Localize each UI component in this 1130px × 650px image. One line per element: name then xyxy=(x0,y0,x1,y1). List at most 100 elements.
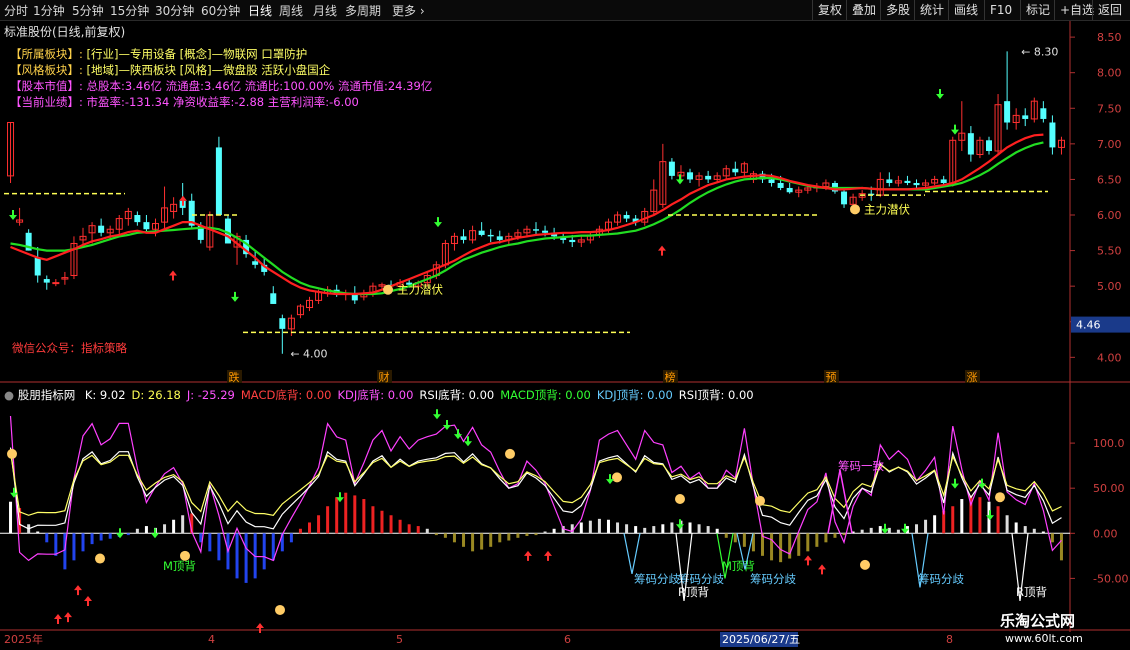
macd-bar xyxy=(951,506,955,534)
macd-bar xyxy=(498,533,502,543)
macd-bar xyxy=(597,518,601,534)
macd-bar xyxy=(217,533,221,561)
ytick-label: 7.00 xyxy=(1097,138,1122,151)
macd-bar xyxy=(933,515,937,534)
macd-bar xyxy=(371,506,375,534)
indicator-text: 筹码一致 xyxy=(838,459,884,473)
macd-bar xyxy=(516,533,520,538)
candle-body xyxy=(542,230,549,233)
macd-bar xyxy=(960,499,964,534)
macd-bar xyxy=(724,533,728,538)
macd-bar xyxy=(317,515,321,534)
macd-bar xyxy=(407,524,411,534)
macd-bar xyxy=(54,533,58,556)
indicator-text: 筹码分歧 xyxy=(918,572,964,586)
hand-marker-icon xyxy=(180,550,190,561)
info-line-1: 【风格板块】: [地域]—陕西板块 [风格]—微盘股 活跃小盘国企 xyxy=(10,62,330,78)
macd-bar xyxy=(298,528,302,534)
macd-bar xyxy=(9,501,13,534)
macd-bar xyxy=(1014,522,1018,534)
candle-body xyxy=(487,234,494,237)
ytick-label: 5.50 xyxy=(1097,245,1122,258)
macd-bar xyxy=(90,533,94,545)
macd-bar xyxy=(462,533,466,547)
candle-body xyxy=(279,318,286,329)
macd-bar xyxy=(471,533,475,552)
macd-bar xyxy=(81,533,85,552)
macd-bar xyxy=(335,497,339,534)
macd-bar xyxy=(36,531,40,534)
macd-bar xyxy=(434,533,438,536)
event-label: 榜 xyxy=(665,370,676,384)
macd-bar xyxy=(489,533,493,547)
ytick-label: 8.00 xyxy=(1097,67,1122,80)
macd-bar xyxy=(1032,528,1036,534)
macd-bar xyxy=(326,506,330,534)
macd-bar xyxy=(670,522,674,534)
macd-bar xyxy=(996,506,1000,534)
candle-body xyxy=(1022,115,1029,119)
macd-bar xyxy=(480,533,484,550)
zlqf-marker-icon xyxy=(383,284,393,295)
hand-marker-icon xyxy=(505,448,515,459)
macd-bar xyxy=(534,533,538,536)
macd-bar xyxy=(308,522,312,534)
macd-bar xyxy=(443,533,447,538)
macd-bar xyxy=(416,526,420,534)
macd-bar xyxy=(896,529,900,534)
macd-bar xyxy=(543,531,547,534)
candle-body xyxy=(904,180,911,183)
candle-body xyxy=(687,172,694,180)
macd-bar xyxy=(452,533,456,543)
candle-body xyxy=(777,182,784,188)
event-label: 预 xyxy=(826,371,837,384)
ytick-label: 6.50 xyxy=(1097,173,1122,186)
info-line-0: 【所属板块】: [行业]—专用设备 [概念]—物联网 口罩防护 xyxy=(10,46,307,62)
macd-bar xyxy=(833,533,837,538)
wechat-note: 微信公众号：指标策略 xyxy=(12,341,127,355)
hand-marker-icon xyxy=(755,495,765,506)
indicator-value-5: RSI底背: 0.00 xyxy=(419,388,495,402)
candle-body xyxy=(940,179,947,183)
macd-bar xyxy=(235,533,239,579)
macd-bar xyxy=(72,533,76,561)
info-key: 【当前业绩】: xyxy=(10,95,83,109)
hand-marker-icon xyxy=(675,494,685,505)
indicator-value-3: MACD底背: 0.00 xyxy=(240,388,332,402)
candle-body xyxy=(768,179,775,183)
event-label: 涨 xyxy=(967,371,978,384)
zlqf-label: 主力潜伏 xyxy=(864,202,910,216)
macd-bar xyxy=(915,524,919,534)
macd-bar xyxy=(770,533,774,561)
macd-bar xyxy=(1005,515,1009,534)
background xyxy=(0,21,1130,649)
candle-body xyxy=(786,187,793,193)
indicator-value-7: KDJ顶背: 0.00 xyxy=(596,388,673,402)
settings-icon[interactable]: ● xyxy=(4,388,14,402)
hand-marker-icon xyxy=(860,559,870,570)
current-price-label: 4.46 xyxy=(1076,319,1101,332)
ytick-label: 5.00 xyxy=(1097,280,1122,293)
macd-bar xyxy=(163,524,167,534)
macd-bar xyxy=(634,526,638,534)
date-cursor-label: 2025/06/27/五 xyxy=(722,633,800,646)
macd-bar xyxy=(715,528,719,534)
macd-bar xyxy=(380,510,384,534)
ind-ytick-label: 0.00 xyxy=(1093,527,1118,540)
ind-ytick-label: 50.00 xyxy=(1093,482,1125,495)
info-key: 【所属板块】: xyxy=(10,47,83,61)
info-value: 市盈率:-131.34 净资收益率:-2.88 主营利润率:-6.00 xyxy=(82,95,359,109)
macd-bar xyxy=(244,533,248,583)
macd-bar xyxy=(1023,526,1027,534)
macd-bar xyxy=(552,528,556,534)
candle-body xyxy=(52,282,60,285)
macd-bar xyxy=(262,533,266,570)
macd-bar xyxy=(860,529,864,534)
macd-bar xyxy=(978,497,982,534)
hand-marker-icon xyxy=(612,472,622,483)
macd-bar xyxy=(144,526,148,534)
hand-marker-icon xyxy=(7,448,17,459)
macd-bar xyxy=(525,533,529,536)
macd-bar xyxy=(643,527,647,534)
indicator-text: 筹码分歧 xyxy=(678,572,724,586)
